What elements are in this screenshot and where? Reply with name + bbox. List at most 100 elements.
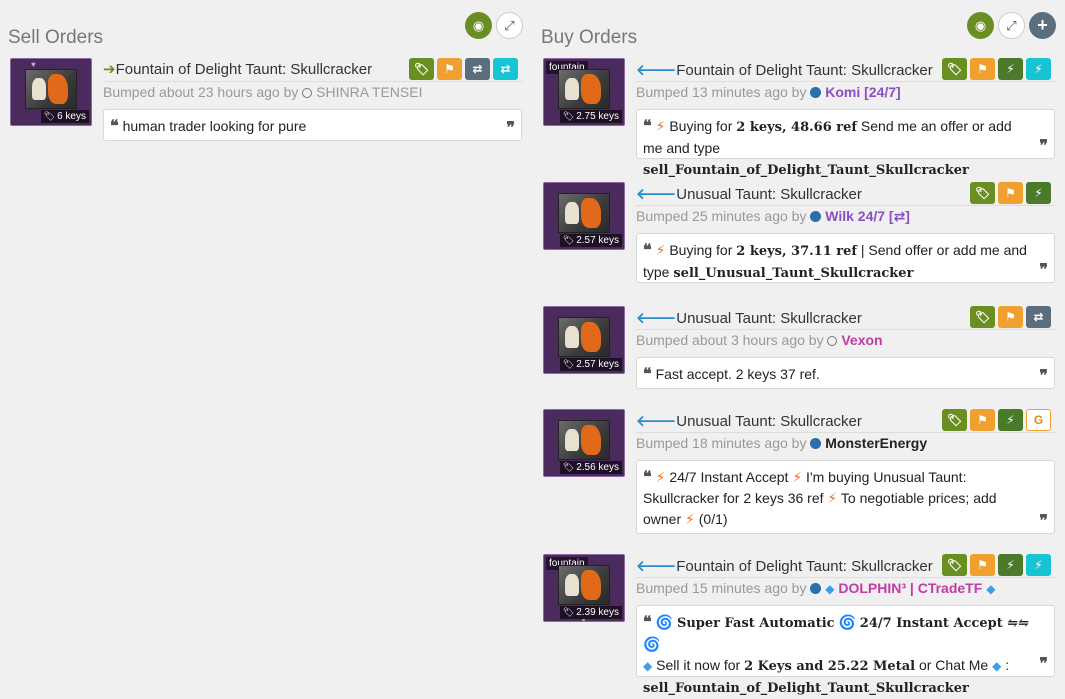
listing-comment: ❝ 🌀 Super Fast Automatic 🌀 24/7 Instant A…	[636, 605, 1055, 696]
user-link[interactable]: MonsterEnergy	[825, 435, 927, 451]
flag-button[interactable]: ⚑	[437, 58, 462, 80]
item-title[interactable]: 🡐Unusual Taunt: Skullcracker	[636, 184, 862, 203]
buy-header-buttons: ◉ ⤢ +	[967, 12, 1056, 39]
bumped-line: Bumped 18 minutes ago by MonsterEnergy	[636, 435, 928, 451]
online-status-icon	[810, 87, 822, 98]
flag-icon: ⚑	[1005, 310, 1016, 324]
flag-button[interactable]: ⚑	[998, 306, 1023, 328]
item-thumbnail[interactable]: 🏷 2.57 keys	[543, 306, 625, 374]
bolt-icon: ⚡	[827, 490, 838, 506]
online-status-icon	[810, 583, 822, 594]
bolt-icon: ⚡	[685, 511, 695, 527]
tag-icon: 🏷	[946, 413, 963, 427]
expand-button[interactable]: ⤢	[998, 12, 1025, 39]
tag-button[interactable]: 🏷	[970, 306, 995, 328]
bolt-icon: ⚡	[1034, 558, 1043, 572]
item-title[interactable]: 🡐Fountain of Delight Taunt: Skullcracker	[636, 60, 933, 79]
item-thumbnail[interactable]: fountain 🏷 2.39 keys	[543, 554, 625, 622]
user-link[interactable]: DOLPHIN³ | CTradeTF	[838, 580, 982, 596]
instant-trade-button[interactable]: ⚡	[1026, 554, 1051, 576]
expand-icon: ⤢	[1006, 17, 1017, 33]
bolt-icon: ⚡	[1006, 558, 1015, 572]
price-tag: 🏷 6 keys	[40, 110, 89, 123]
bot-badge-button[interactable]: G	[1026, 409, 1051, 431]
instant-trade-button[interactable]: ⚡	[1026, 58, 1051, 80]
spiral-icon: 🌀	[838, 614, 856, 630]
bumped-line: Bumped 15 minutes ago by ◆ DOLPHIN³ | CT…	[636, 580, 996, 596]
exchange-icon: ⇄	[500, 62, 511, 76]
bumped-line: Bumped about 23 hours ago by SHINRA TENS…	[103, 84, 423, 100]
user-link[interactable]: Vexon	[841, 332, 882, 348]
item-image	[558, 420, 610, 460]
flag-button[interactable]: ⚑	[970, 409, 995, 431]
tag-icon: 🏷	[562, 111, 575, 121]
item-title[interactable]: 🡐Unusual Taunt: Skullcracker	[636, 411, 862, 430]
item-thumbnail[interactable]: ♥ 🏷 6 keys	[10, 58, 92, 126]
quote-open-icon: ❝	[643, 467, 652, 486]
listing-comment: ❝ ⚡ Buying for 2 keys, 37.11 ref | Send o…	[636, 233, 1055, 283]
buy-orders-column: Buy Orders ◉ ⤢ + fountain 🏷 2.75 keys 🡐Fo…	[533, 0, 1065, 696]
tag-button[interactable]: 🏷	[970, 182, 995, 204]
toggle-visibility-button[interactable]: ◉	[967, 12, 994, 39]
quote-open-icon: ❝	[110, 116, 119, 135]
tag-button[interactable]: 🏷	[942, 554, 967, 576]
bolt-icon: ⚡	[1006, 62, 1015, 76]
tag-icon: 🏷	[946, 558, 963, 572]
item-thumbnail[interactable]: fountain 🏷 2.75 keys	[543, 58, 625, 126]
buy-listing: fountain 🏷 2.39 keys 🡐Fountain of Delight…	[543, 554, 1055, 696]
item-title[interactable]: 🡐Fountain of Delight Taunt: Skullcracker	[636, 556, 933, 575]
buy-listing: fountain 🏷 2.75 keys 🡐Fountain of Delight…	[543, 58, 1055, 178]
tag-icon: 🏷	[562, 235, 575, 245]
online-status-icon	[810, 211, 822, 222]
diamond-icon: ◆	[992, 659, 1002, 673]
listing-badges: 🏷 ⚑ ⚡ G	[942, 409, 1051, 431]
listing-badges: 🏷 ⚑ ⚡	[970, 182, 1051, 204]
buy-orders-title: Buy Orders	[541, 26, 638, 48]
tag-button[interactable]: 🏷	[942, 409, 967, 431]
trade-offer-button[interactable]: ⇄	[465, 58, 490, 80]
item-thumbnail[interactable]: 🏷 2.56 keys	[543, 409, 625, 477]
trade-offer-button[interactable]: ⇄	[1026, 306, 1051, 328]
quote-close-icon: ❞	[1039, 654, 1048, 673]
price-tag: 🏷 2.57 keys	[559, 358, 622, 371]
instant-buy-button[interactable]: ⚡	[1026, 182, 1051, 204]
expand-button[interactable]: ⤢	[496, 12, 523, 39]
buy-listing: 🏷 2.56 keys 🡐Unusual Taunt: Skullcracker …	[543, 409, 1055, 534]
tag-icon: 🏷	[413, 62, 430, 76]
quote-close-icon: ❞	[1039, 366, 1048, 385]
arrow-left-icon: 🡐	[636, 62, 677, 79]
buy-listing: 🏷 2.57 keys 🡐Unusual Taunt: Skullcracker …	[543, 306, 1055, 416]
price-tag: 🏷 2.39 keys	[559, 606, 622, 619]
tag-button[interactable]: 🏷	[409, 58, 434, 80]
item-thumbnail[interactable]: 🏷 2.57 keys	[543, 182, 625, 250]
exchange-icon: ⇄	[472, 62, 483, 76]
item-title[interactable]: 🡐Unusual Taunt: Skullcracker	[636, 308, 862, 327]
instant-buy-button[interactable]: ⚡	[998, 554, 1023, 576]
instant-buy-button[interactable]: ⚡	[998, 58, 1023, 80]
tag-button[interactable]: 🏷	[942, 58, 967, 80]
instant-trade-button[interactable]: ⇄	[493, 58, 518, 80]
flag-button[interactable]: ⚑	[970, 58, 995, 80]
flag-icon: ⚑	[977, 62, 988, 76]
listing-badges: 🏷 ⚑ ⚡ ⚡	[942, 58, 1051, 80]
item-title[interactable]: ➔Fountain of Delight Taunt: Skullcracker	[103, 60, 372, 78]
flag-button[interactable]: ⚑	[998, 182, 1023, 204]
listing-comment: ❝ Fast accept. 2 keys 37 ref. ❞	[636, 357, 1055, 389]
item-image	[558, 317, 610, 357]
instant-buy-button[interactable]: ⚡	[998, 409, 1023, 431]
user-link[interactable]: Komi [24/7]	[825, 84, 900, 100]
tag-icon: 🏷	[562, 462, 575, 472]
sell-orders-title: Sell Orders	[8, 26, 104, 48]
sell-orders-header: Sell Orders ◉ ⤢	[0, 0, 530, 48]
add-buy-order-button[interactable]: +	[1029, 12, 1056, 39]
expand-icon: ⤢	[504, 17, 515, 33]
flag-button[interactable]: ⚑	[970, 554, 995, 576]
user-link[interactable]: Wilk 24/7 [⇄]	[825, 208, 910, 224]
sell-listing: ♥ 🏷 6 keys ➔Fountain of Delight Taunt: Sk…	[10, 58, 525, 168]
arrow-left-icon: 🡐	[636, 310, 677, 327]
bolt-icon: ⚡	[1034, 186, 1043, 200]
toggle-visibility-button[interactable]: ◉	[465, 12, 492, 39]
eye-icon: ◉	[974, 17, 987, 33]
user-link[interactable]: SHINRA TENSEI	[316, 84, 422, 100]
title-divider	[636, 81, 1055, 82]
